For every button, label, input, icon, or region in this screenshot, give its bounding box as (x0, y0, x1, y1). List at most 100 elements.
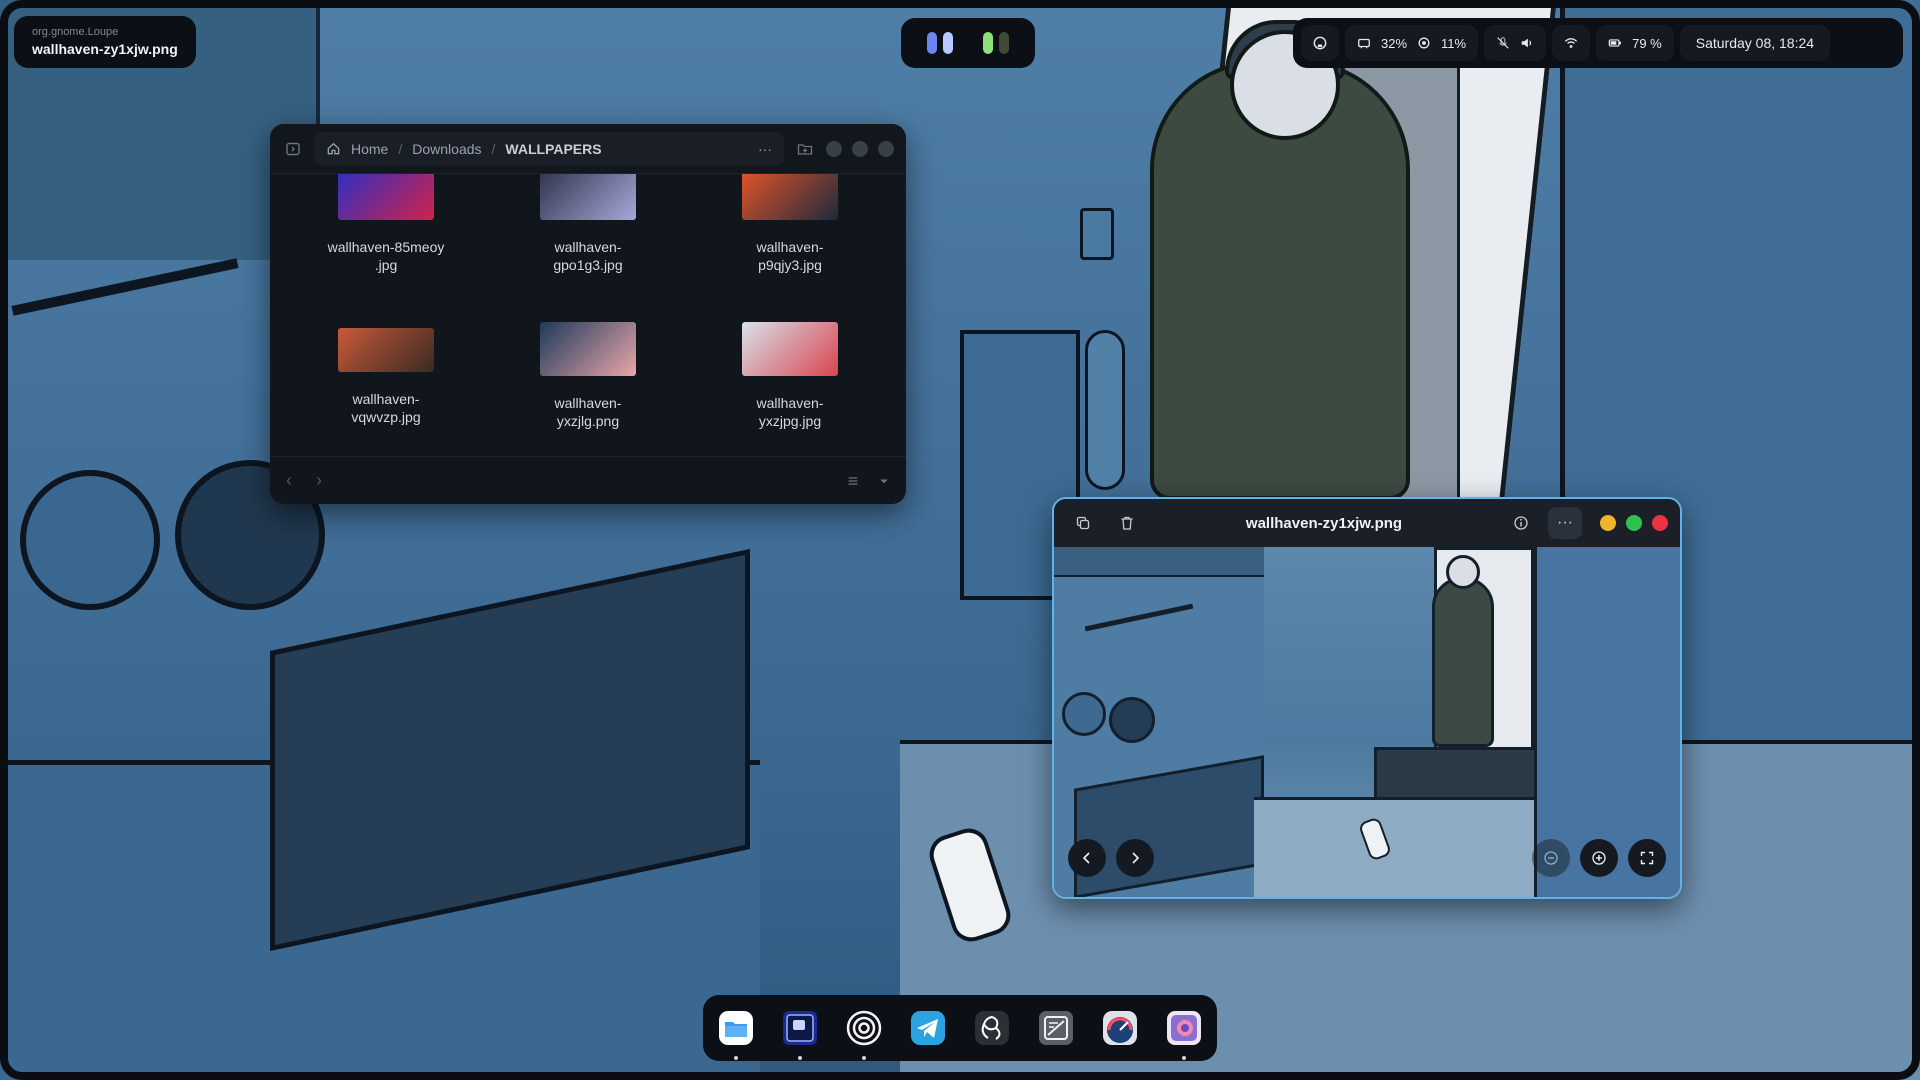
dock-app-image-viewer[interactable] (1160, 1004, 1208, 1060)
wallpaper-pan (20, 470, 160, 610)
file-name: wallhaven- gpo1g3.jpg (553, 239, 623, 273)
dock-app-camera[interactable] (840, 1004, 888, 1060)
breadcrumb-wallpapers[interactable]: WALLPAPERS (505, 141, 601, 157)
breadcrumb: Home / Downloads / WALLPAPERS ··· (314, 131, 784, 166)
mic-muted-icon[interactable] (1496, 36, 1510, 50)
workspace-2-dot[interactable] (983, 32, 993, 54)
file-manager-footer: ‹ › (270, 456, 906, 504)
info-icon (1514, 516, 1528, 530)
forward-button[interactable]: › (316, 470, 322, 491)
list-icon[interactable] (846, 474, 860, 488)
previous-image-button[interactable] (1068, 839, 1106, 877)
trash-icon (1121, 516, 1133, 530)
properties-button[interactable] (1504, 507, 1538, 539)
system-monitor-segment[interactable]: 32% 11% (1345, 25, 1479, 61)
sidebar-toggle-icon (286, 142, 300, 155)
dock-app-telegram[interactable] (904, 1004, 952, 1052)
dock-app-mark-text[interactable] (1032, 1004, 1080, 1052)
dock-app-text-editor[interactable] (776, 1004, 824, 1060)
file-thumbnail (540, 174, 636, 220)
image-pan (1062, 692, 1106, 736)
new-folder-icon (797, 143, 813, 155)
file-item[interactable]: wallhaven- p9qjy3.jpg (710, 174, 870, 274)
breadcrumb-more-button[interactable]: ··· (758, 141, 772, 157)
status-bar: 32% 11% 79 % Saturday 08, 18:24 (1293, 18, 1903, 68)
target-icon (846, 1010, 882, 1046)
workspace-2-dot-secondary[interactable] (999, 32, 1009, 54)
breadcrumb-home[interactable]: Home (351, 141, 388, 157)
minimize-button[interactable] (1600, 515, 1616, 531)
breadcrumb-separator: / (398, 140, 403, 157)
dock-app-speedometer[interactable] (1096, 1004, 1144, 1052)
image-viewer-header: wallhaven-zy1xjw.png ··· (1054, 499, 1680, 547)
next-image-button[interactable] (1116, 839, 1154, 877)
dock (703, 995, 1217, 1061)
breadcrumb-separator: / (491, 140, 496, 157)
copy-icon (1076, 516, 1090, 530)
file-manager-window[interactable]: Home / Downloads / WALLPAPERS ··· wallha… (270, 124, 906, 504)
close-button[interactable] (878, 140, 894, 157)
file-grid: wallhaven-85meoy .jpg wallhaven- gpo1g3.… (270, 174, 906, 456)
battery-segment[interactable]: 79 % (1596, 25, 1674, 61)
file-item[interactable]: wallhaven- yxzjpg.jpg (710, 322, 870, 430)
zoom-in-icon (1592, 851, 1606, 865)
new-folder-button[interactable] (794, 138, 816, 160)
maximize-button[interactable] (852, 140, 868, 157)
back-button[interactable]: ‹ (286, 470, 292, 491)
close-button[interactable] (1652, 515, 1668, 531)
wallpaper-umbrella (1085, 330, 1125, 490)
active-app-badge[interactable]: org.gnome.Loupe wallhaven-zy1xjw.png (14, 16, 196, 68)
telegram-icon (911, 1011, 945, 1045)
file-item[interactable]: wallhaven- yxzjlg.png (508, 322, 668, 430)
minimize-button[interactable] (826, 140, 842, 157)
active-window-title: wallhaven-zy1xjw.png (32, 41, 178, 57)
file-thumbnail (540, 322, 636, 376)
file-item[interactable]: wallhaven- vqwvzp.jpg (306, 328, 466, 426)
dock-app-obs[interactable] (968, 1004, 1016, 1052)
file-thumbnail (338, 174, 434, 220)
file-name: wallhaven- vqwvzp.jpg (351, 391, 421, 425)
delete-button[interactable] (1110, 507, 1144, 539)
image-person (1432, 577, 1494, 747)
file-thumbnail (742, 322, 838, 376)
speaker-icon[interactable] (1520, 36, 1534, 50)
maximize-button[interactable] (1626, 515, 1642, 531)
file-name: wallhaven- yxzjpg.jpg (756, 395, 824, 429)
workspace-indicator[interactable] (901, 18, 1035, 68)
chevron-left-icon (1082, 852, 1090, 864)
workspace-1-dot[interactable] (927, 32, 937, 54)
audio-segment[interactable] (1484, 25, 1547, 61)
zoom-in-button[interactable] (1580, 839, 1618, 877)
network-segment[interactable] (1552, 25, 1591, 61)
github-segment[interactable] (1301, 25, 1339, 61)
clock: Saturday 08, 18:24 (1695, 35, 1815, 51)
file-thumbnail (742, 174, 838, 220)
breadcrumb-downloads[interactable]: Downloads (412, 141, 481, 157)
dock-app-files[interactable] (712, 1004, 760, 1060)
zoom-out-icon (1544, 851, 1558, 865)
image-viewer-icon (1167, 1011, 1201, 1045)
mark-text-icon (1039, 1011, 1073, 1045)
cpu-usage: 11% (1441, 35, 1467, 51)
main-menu-button[interactable]: ··· (1548, 507, 1582, 539)
clock-segment[interactable]: Saturday 08, 18:24 (1679, 25, 1831, 61)
file-item[interactable]: wallhaven- gpo1g3.jpg (508, 174, 668, 274)
speedometer-icon (1103, 1011, 1137, 1045)
zoom-out-button[interactable] (1532, 839, 1570, 877)
file-name: wallhaven- yxzjlg.png (554, 395, 622, 429)
copy-button[interactable] (1066, 507, 1100, 539)
cpu-icon (1417, 36, 1431, 50)
workspace-1-dot-active[interactable] (943, 32, 953, 54)
battery-icon (1608, 36, 1622, 50)
displayed-image[interactable] (1054, 547, 1680, 897)
fullscreen-button[interactable] (1628, 839, 1666, 877)
image-viewer-window[interactable]: wallhaven-zy1xjw.png ··· (1052, 497, 1682, 899)
file-name: wallhaven- p9qjy3.jpg (756, 239, 824, 273)
file-thumbnail (338, 328, 434, 372)
running-indicator (734, 1056, 738, 1060)
chevron-down-icon[interactable] (878, 474, 890, 488)
fullscreen-icon (1640, 851, 1654, 865)
file-item[interactable]: wallhaven-85meoy .jpg (306, 174, 466, 274)
sidebar-toggle-button[interactable] (282, 138, 304, 160)
active-app-id: org.gnome.Loupe (32, 26, 119, 38)
